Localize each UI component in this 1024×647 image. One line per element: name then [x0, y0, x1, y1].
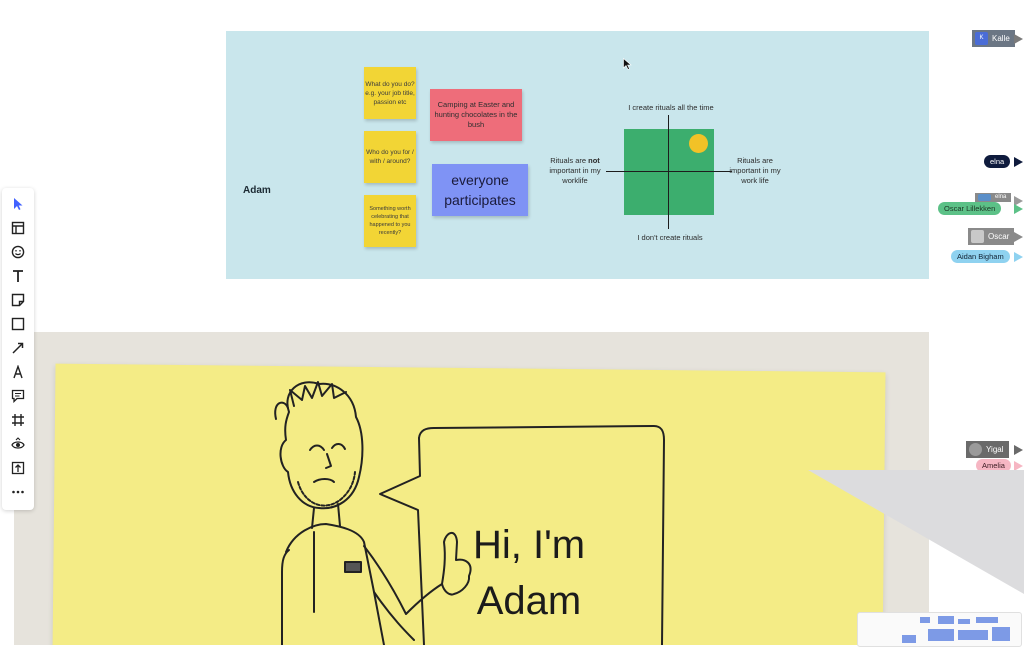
avatar [969, 443, 982, 456]
speech-bubble-text: Hi, I'm Adam [414, 517, 644, 629]
minimap-block [920, 617, 930, 623]
sticky-note-who[interactable]: Who do you for / with / around? [364, 131, 416, 183]
minimap-block [902, 635, 916, 643]
cursor-label: elna [995, 194, 1007, 200]
cursor-oscar-lillelokken: Oscar Lillekken [938, 202, 1002, 215]
minimap-block [928, 629, 954, 641]
more-icon[interactable] [8, 482, 28, 502]
sticky-note-text: What do you do? e.g. your job title, pas… [365, 80, 415, 106]
sticky-note-everyone[interactable]: everyone participates [432, 164, 528, 216]
cursor-arrow-icon [1014, 157, 1023, 167]
minimap-block [958, 630, 988, 640]
cursor-kalle: K Kalle [972, 30, 1015, 47]
quadrant-dot[interactable] [689, 134, 708, 153]
cursor-label: Kalle [992, 34, 1010, 43]
eye-icon[interactable] [8, 434, 28, 454]
frame-title: Adam [243, 185, 271, 196]
sticky-note-celebrate[interactable]: Something worth celebrating that happene… [364, 195, 416, 247]
sticky-note-text: everyone participates [444, 172, 516, 208]
panel-shadow [808, 470, 1024, 594]
emoji-icon[interactable] [8, 242, 28, 262]
cursor-label: Yigal [986, 445, 1004, 454]
greeting-line: Hi, I'm [472, 523, 586, 567]
sticky-note-text: Who do you for / with / around? [366, 149, 414, 165]
label-part: important in my worklife [549, 166, 601, 185]
quadrant-vertical-axis [668, 115, 670, 229]
sticky-note-text: Camping at Easter and hunting chocolates… [434, 100, 518, 129]
shape-icon[interactable] [8, 314, 28, 334]
minimap-block [958, 619, 970, 624]
cursor-elna: elna [984, 155, 1011, 168]
minimap[interactable] [857, 612, 1022, 647]
mouse-pointer-icon [623, 58, 632, 70]
comment-icon[interactable] [8, 386, 28, 406]
pen-icon[interactable] [8, 362, 28, 382]
minimap-block [976, 617, 998, 623]
quadrant-label-top: I create rituals all the time [628, 103, 714, 112]
sticky-note-camping[interactable]: Camping at Easter and hunting chocolates… [430, 89, 522, 141]
board-frame-adam[interactable]: Adam What do you do? e.g. your job title… [226, 31, 929, 279]
minimap-block [992, 627, 1010, 641]
cursor-arrow-icon [1014, 34, 1023, 44]
cursor-yigal: Yigal [966, 441, 1009, 458]
text-icon[interactable] [8, 266, 28, 286]
sticky-note-job[interactable]: What do you do? e.g. your job title, pas… [364, 67, 416, 119]
name-line: Adam [476, 579, 582, 623]
avatar: K [975, 32, 988, 45]
quadrant-label-right: Rituals are important in my work life [729, 156, 781, 185]
avatar [978, 194, 991, 201]
select-icon[interactable] [8, 194, 28, 214]
cursor-arrow-icon [1014, 232, 1023, 242]
template-icon[interactable] [8, 218, 28, 238]
sticky-note-icon[interactable] [8, 290, 28, 310]
cursor-arrow-icon [1014, 445, 1023, 455]
minimap-block [938, 616, 954, 624]
cursor-oscar: Oscar [968, 228, 1015, 245]
quadrant-label-left: Rituals are not important in my worklife [542, 156, 608, 186]
cursor-aidan: Aidan Bigham [951, 250, 1010, 263]
cursor-elna-secondary: elna [975, 193, 1012, 202]
connection-line-icon[interactable] [8, 338, 28, 358]
cursor-label: Oscar [988, 232, 1010, 241]
frame-icon[interactable] [8, 410, 28, 430]
left-toolbar [2, 188, 34, 510]
label-emphasis: not [588, 156, 600, 165]
cursor-arrow-icon [1014, 252, 1023, 262]
quadrant-label-bottom: I don't create rituals [637, 233, 703, 242]
video-frame[interactable]: Hi, I'm Adam [14, 332, 929, 645]
sticky-note-text: Something worth celebrating that happene… [369, 206, 411, 236]
label-part: Rituals are [550, 156, 587, 165]
upload-icon[interactable] [8, 458, 28, 478]
cursor-arrow-icon [1014, 204, 1023, 214]
avatar [971, 230, 984, 243]
